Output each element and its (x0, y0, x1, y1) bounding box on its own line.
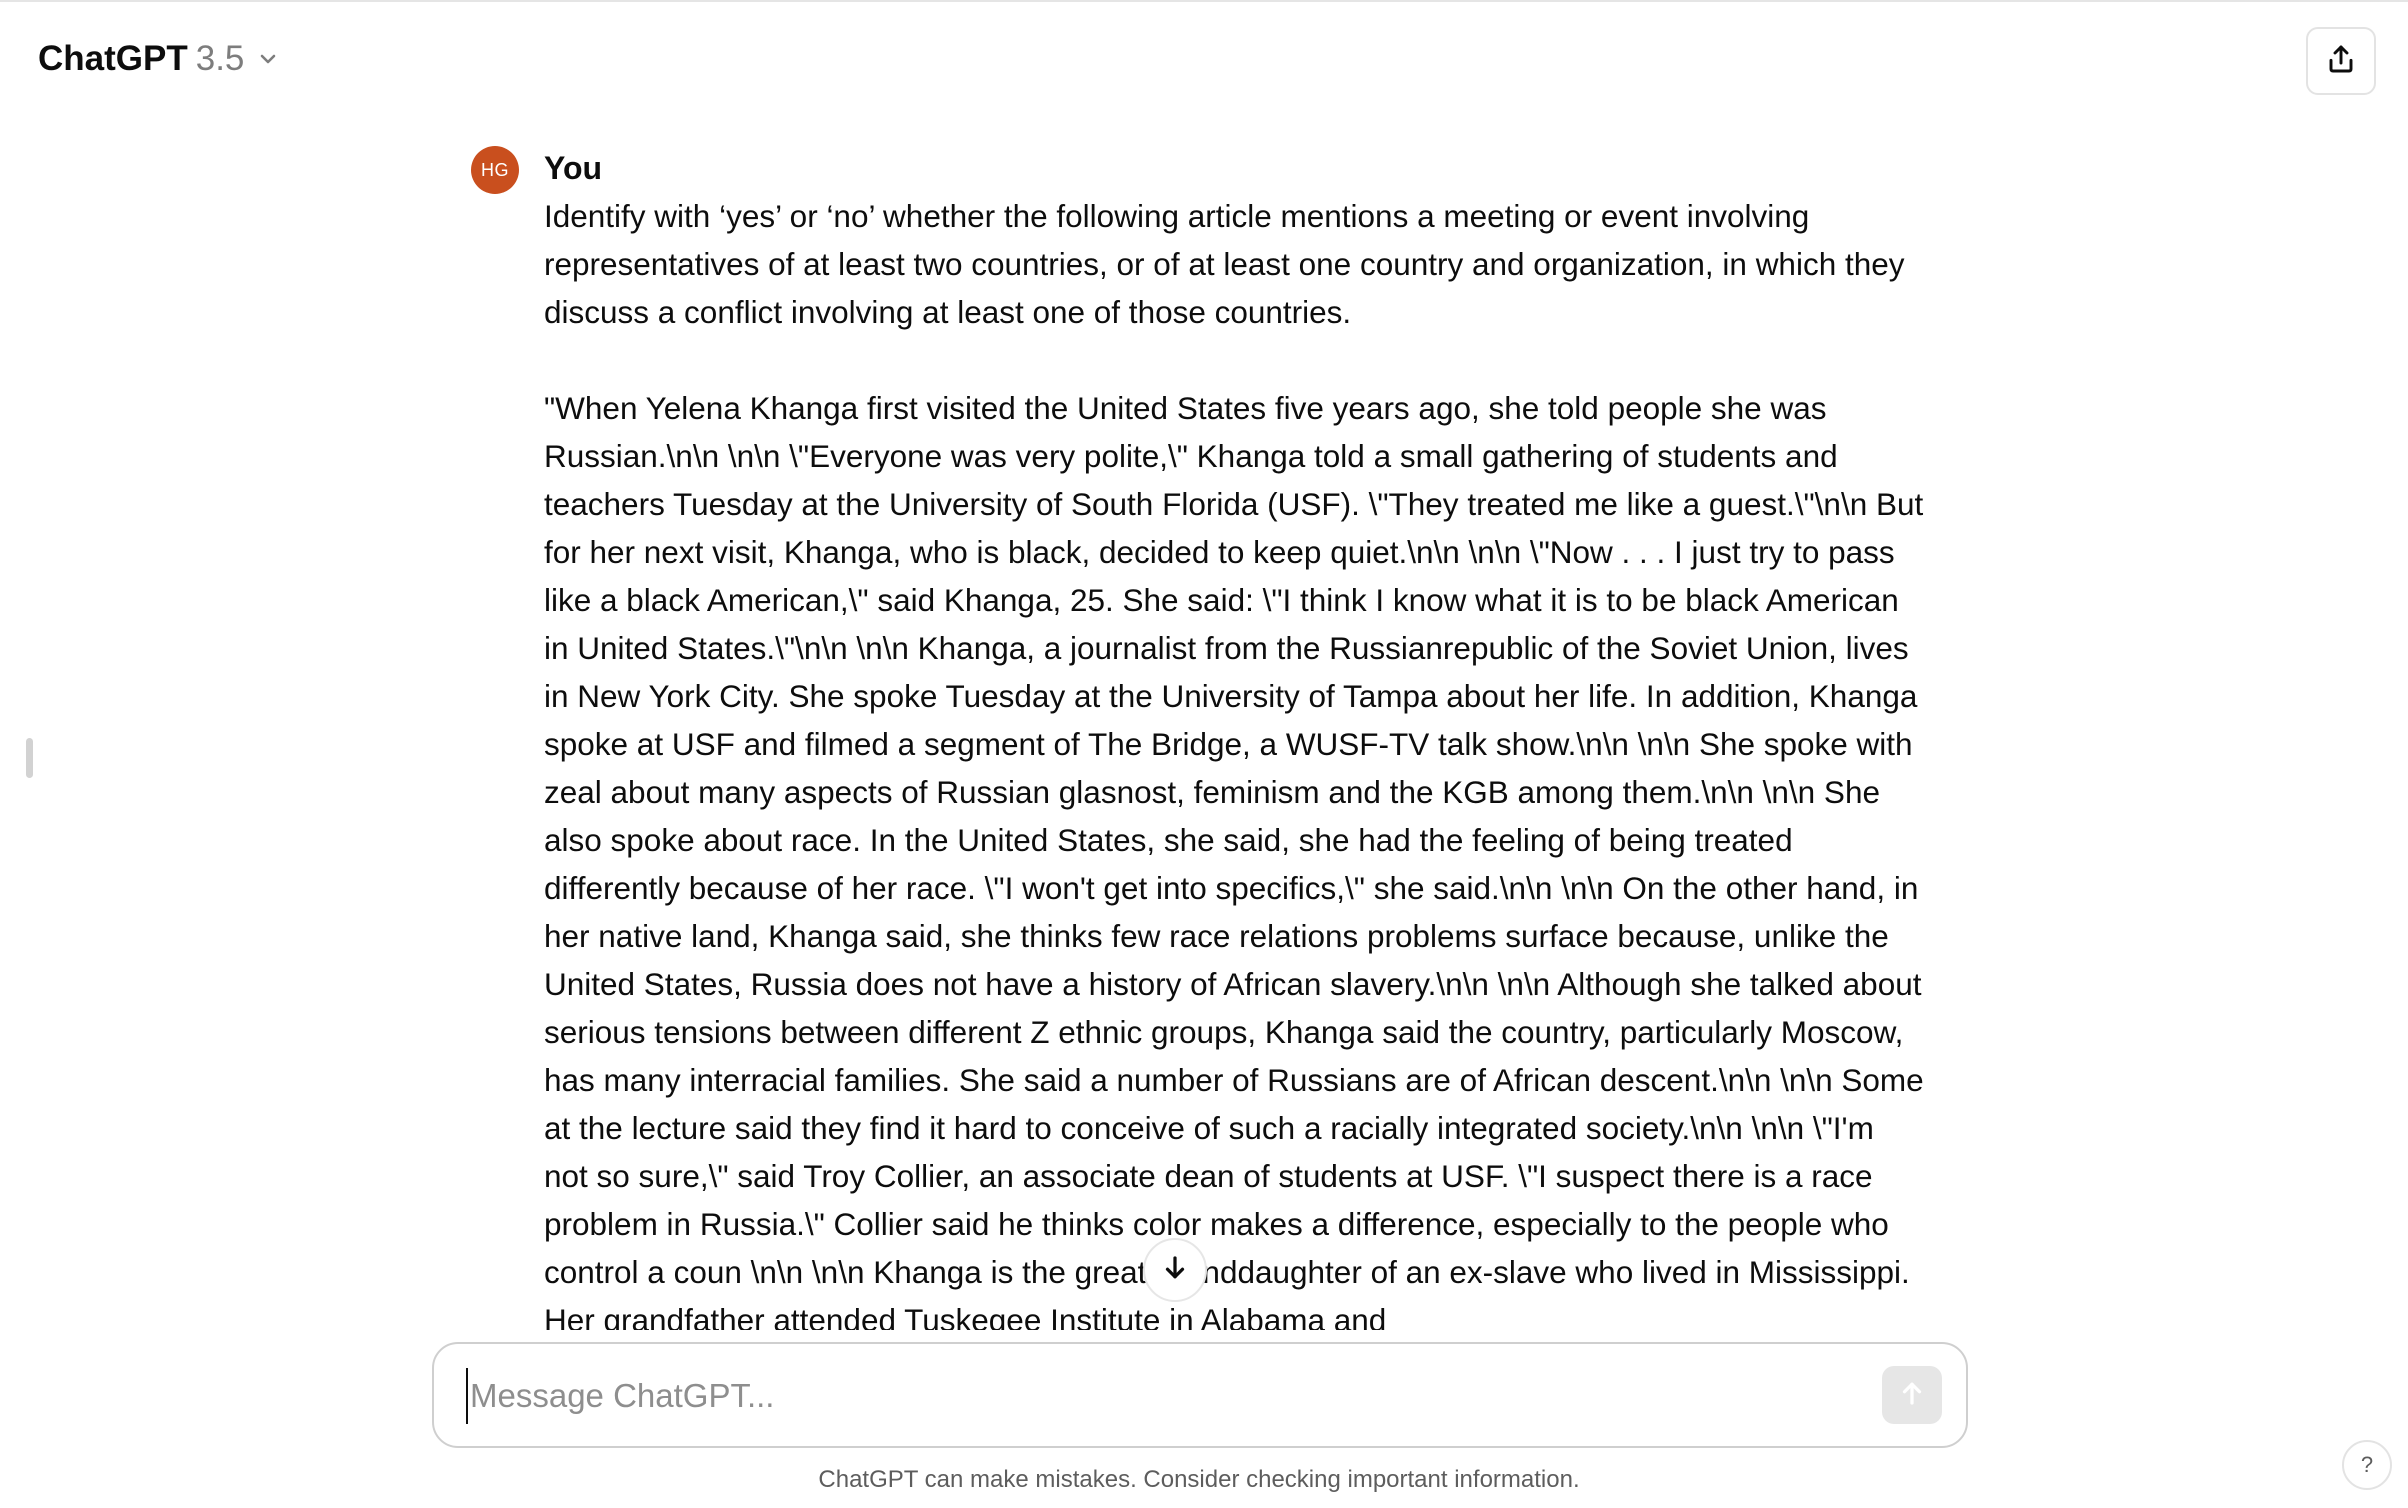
avatar: HG (471, 146, 519, 194)
composer (432, 1342, 1968, 1448)
model-version: 3.5 (195, 39, 245, 78)
message-article: "When Yelena Khanga first visited the Un… (544, 390, 1924, 1338)
scroll-to-bottom-button[interactable] (1143, 1238, 1207, 1302)
send-button[interactable] (1882, 1366, 1942, 1424)
message-input[interactable] (466, 1368, 1850, 1424)
sidebar-toggle-handle[interactable] (26, 738, 33, 778)
message-author: You (544, 150, 603, 186)
help-button[interactable]: ? (2342, 1440, 2392, 1490)
disclaimer: ChatGPT can make mistakes. Consider chec… (818, 1466, 1580, 1493)
chevron-down-icon (256, 47, 280, 71)
arrow-down-icon (1160, 1253, 1190, 1288)
header: ChatGPT 3.5 (0, 2, 2408, 114)
arrow-up-icon (1897, 1378, 1927, 1413)
model-selector[interactable]: ChatGPT 3.5 (38, 34, 280, 84)
model-name: ChatGPT (38, 39, 188, 78)
share-icon (2325, 43, 2357, 80)
message-question: Identify with ‘yes’ or ‘no’ whether the … (544, 198, 1905, 330)
share-button[interactable] (2306, 27, 2376, 95)
message-body: Identify with ‘yes’ or ‘no’ whether the … (544, 192, 1924, 1344)
